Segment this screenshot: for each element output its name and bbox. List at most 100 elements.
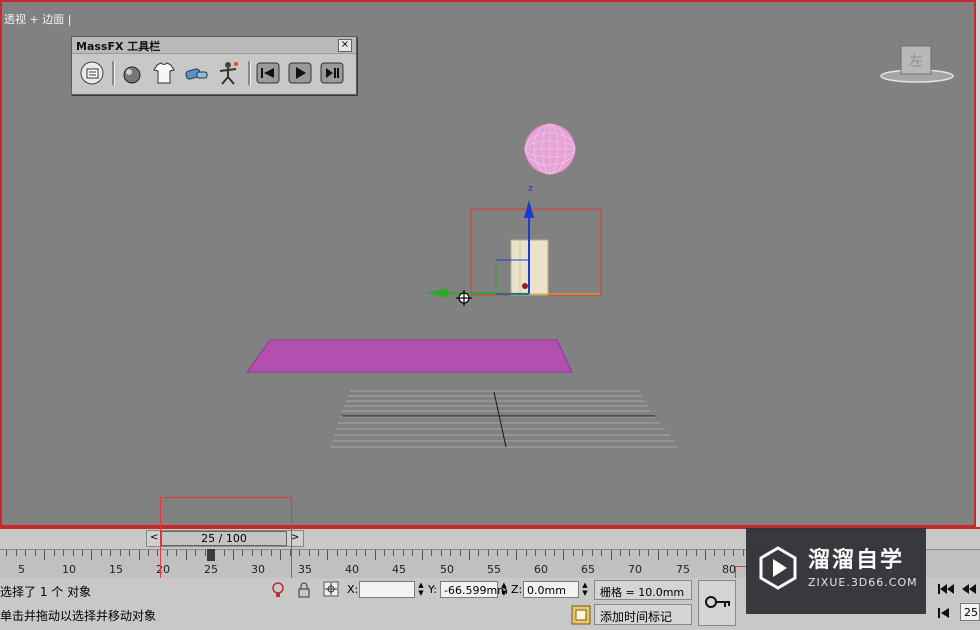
watermark-subtitle: ZIXUE.3D66.COM xyxy=(808,576,918,589)
cloth-shirt-icon[interactable] xyxy=(150,59,178,87)
ruler-tick xyxy=(733,550,735,556)
x-label: X: xyxy=(347,583,359,596)
ruler-tick xyxy=(705,550,706,560)
highlight-box xyxy=(160,497,292,581)
ruler-tick xyxy=(138,550,140,560)
ruler-tick xyxy=(402,550,404,556)
massfx-toolbar-titlebar[interactable]: MassFX 工具栏 × xyxy=(72,37,356,54)
ruler-tick xyxy=(469,550,470,560)
grid-text: 栅格 = 10.0mm xyxy=(600,586,685,599)
massfx-toolbar-title: MassFX 工具栏 xyxy=(76,40,161,53)
ruler-tick xyxy=(34,550,36,556)
ruler-tick xyxy=(516,550,518,560)
ruler-tick xyxy=(638,550,640,556)
rigid-body-sphere-icon[interactable] xyxy=(118,59,146,87)
ruler-tick xyxy=(544,550,546,556)
ruler-tick xyxy=(119,550,121,556)
ground-plane xyxy=(246,339,573,373)
y-coordinate-field[interactable]: -66.599mm xyxy=(440,581,508,598)
time-tag-icon[interactable] xyxy=(571,605,591,625)
ruler-tick xyxy=(157,550,159,556)
ruler-tick xyxy=(365,550,367,556)
massfx-tools-icon[interactable] xyxy=(79,59,107,87)
z-label: Z: xyxy=(511,583,523,596)
ruler-tick xyxy=(676,550,678,556)
add-time-tag-button[interactable]: 添加时间标记 xyxy=(594,604,692,625)
ruler-tick-label: 80 xyxy=(722,563,736,576)
constraint-icon[interactable] xyxy=(182,59,210,87)
ruler-tick xyxy=(110,550,112,556)
isolate-bulb-icon[interactable] xyxy=(271,581,285,599)
ruler-tick xyxy=(129,550,131,556)
ruler-tick-label: 40 xyxy=(345,563,359,576)
ruler-tick xyxy=(346,550,348,556)
z-coordinate-field[interactable]: 0.0mm xyxy=(523,581,579,598)
x-spinner[interactable]: ▲ ▼ xyxy=(417,581,425,598)
viewcube-face-label: 左 xyxy=(909,54,923,70)
ruler-tick xyxy=(563,550,565,560)
viewcube[interactable]: 左 xyxy=(878,44,956,84)
ruler-tick-label: 35 xyxy=(298,563,312,576)
previous-frame-icon[interactable] xyxy=(960,582,978,596)
ruler-tick xyxy=(299,550,301,556)
current-frame-field[interactable]: 25 xyxy=(960,603,980,621)
ruler-tick xyxy=(535,550,537,556)
absolute-mode-icon[interactable] xyxy=(323,581,339,597)
ruler-tick-label: 15 xyxy=(109,563,123,576)
x-coordinate-field[interactable] xyxy=(359,581,415,598)
massfx-toolbar[interactable]: MassFX 工具栏 × xyxy=(71,36,357,95)
ruler-tick xyxy=(384,550,386,556)
ruler-tick xyxy=(25,550,27,556)
ruler-tick xyxy=(63,550,65,556)
ruler-tick xyxy=(601,550,603,556)
ruler-tick xyxy=(148,550,150,556)
reset-simulation-icon[interactable] xyxy=(254,59,282,87)
ruler-tick xyxy=(667,550,669,556)
close-button[interactable]: × xyxy=(338,39,352,52)
ruler-tick-label: 10 xyxy=(62,563,76,576)
ruler-tick-label: 45 xyxy=(392,563,406,576)
ruler-tick xyxy=(648,550,650,556)
ruler-tick xyxy=(421,550,423,560)
key-icon xyxy=(705,596,730,608)
ruler-tick xyxy=(412,550,414,556)
ruler-tick xyxy=(44,550,46,560)
ruler-tick xyxy=(308,550,310,556)
ruler-tick xyxy=(610,550,612,560)
time-slider-next-button[interactable]: > xyxy=(291,532,299,543)
ruler-tick xyxy=(629,550,631,556)
ruler-tick-label: 65 xyxy=(581,563,595,576)
ruler-tick xyxy=(572,550,574,556)
ruler-tick xyxy=(336,550,338,556)
selection-lock-icon[interactable] xyxy=(297,581,311,599)
step-simulation-icon[interactable] xyxy=(318,59,346,87)
go-to-start-icon[interactable] xyxy=(937,582,955,596)
svg-text:z: z xyxy=(528,184,533,194)
watermark-logo: 溜溜自学 ZIXUE.3D66.COM xyxy=(746,528,926,614)
home-grid xyxy=(330,390,678,448)
ruler-tick-label: 55 xyxy=(487,563,501,576)
ragdoll-icon[interactable] xyxy=(214,59,242,87)
ruler-tick xyxy=(6,550,8,556)
key-mode-icon[interactable] xyxy=(937,606,951,620)
ruler-tick xyxy=(478,550,480,556)
ruler-tick-label: 50 xyxy=(440,563,454,576)
z-spinner[interactable]: ▲ ▼ xyxy=(581,581,589,598)
set-key-button[interactable] xyxy=(698,580,736,626)
selection-status: 选择了 1 个 对象 xyxy=(0,585,92,599)
ruler-tick xyxy=(440,550,442,556)
ruler-tick xyxy=(81,550,83,556)
sphere-object xyxy=(524,123,576,175)
time-slider-prev-button[interactable]: < xyxy=(150,532,158,543)
ruler-tick xyxy=(620,550,622,556)
ruler-tick xyxy=(497,550,499,556)
ruler-tick-label: 70 xyxy=(628,563,642,576)
ruler-tick xyxy=(100,550,102,556)
ruler-tick-label: 60 xyxy=(534,563,548,576)
y-spinner[interactable]: ▲ ▼ xyxy=(500,581,508,598)
start-simulation-icon[interactable] xyxy=(286,59,314,87)
ruler-tick xyxy=(487,550,489,556)
viewport-scrollbar[interactable] xyxy=(976,0,980,527)
ruler-tick xyxy=(72,550,74,556)
ruler-tick xyxy=(695,550,697,556)
